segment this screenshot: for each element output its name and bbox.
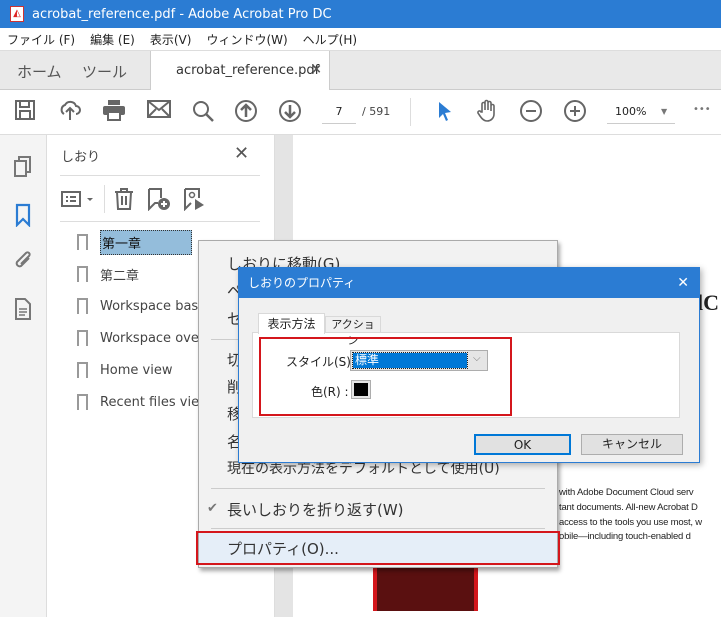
checkmark-icon: ✔	[207, 501, 218, 516]
page-number-input[interactable]: 7	[322, 102, 356, 124]
bookmark-label: Recent files view	[100, 394, 210, 410]
bookmark-label: 第一章	[100, 229, 193, 255]
document-text-line: with Adobe Document Cloud serv	[559, 487, 694, 498]
bookmark-icon	[77, 394, 88, 410]
panel-close-icon[interactable]: ✕	[234, 143, 249, 164]
tab-close-icon[interactable]: ×	[311, 62, 322, 77]
tab-home[interactable]: ホーム	[17, 61, 62, 82]
left-rail	[0, 135, 47, 617]
dialog-title-bar: しおりのプロパティ ✕	[239, 268, 699, 298]
print-icon[interactable]	[101, 99, 127, 125]
document-text-line: obile—including touch-enabled d	[559, 531, 691, 542]
bookmark-icon	[77, 330, 88, 346]
toolbar-divider	[410, 98, 411, 126]
expand-bookmark-icon[interactable]	[182, 187, 208, 214]
menu-separator	[211, 488, 545, 489]
options-menu-button[interactable]	[61, 189, 99, 209]
title-bar: ◭ acrobat_reference.pdf - Adobe Acrobat …	[0, 0, 721, 28]
divider	[60, 175, 260, 176]
cloud-upload-icon[interactable]	[57, 99, 83, 125]
tab-appearance[interactable]: 表示方法	[258, 313, 325, 334]
page-total: / 591	[362, 105, 391, 118]
window-title: acrobat_reference.pdf - Adobe Acrobat Pr…	[32, 6, 332, 22]
toolbar: 7 / 591 100% ▼ •••	[0, 90, 721, 135]
hand-tool-icon[interactable]	[474, 99, 500, 125]
zoom-level-select[interactable]: 100% ▼	[607, 102, 675, 124]
dialog-title: しおりのプロパティ	[248, 276, 356, 290]
zoom-in-icon[interactable]	[562, 99, 588, 125]
divider	[60, 221, 260, 222]
menu-window[interactable]: ウィンドウ(W)	[206, 31, 287, 48]
select-tool-icon[interactable]	[431, 99, 457, 125]
zoom-out-icon[interactable]	[518, 99, 544, 125]
bookmarks-icon[interactable]	[12, 203, 34, 228]
acrobat-logo-icon: ◭	[10, 6, 24, 22]
document-heading: lC	[697, 290, 719, 315]
previous-page-icon[interactable]	[233, 99, 259, 125]
more-options-icon[interactable]: •••	[693, 104, 711, 115]
menu-help[interactable]: ヘルプ(H)	[303, 31, 357, 48]
bookmark-icon	[77, 266, 88, 282]
bookmark-item[interactable]: 第二章	[77, 262, 139, 286]
tab-row: ホーム ツール acrobat_reference.pdf ×	[0, 51, 721, 91]
tab-document-label: acrobat_reference.pdf	[176, 63, 320, 78]
bookmark-item[interactable]: Home view	[77, 358, 172, 382]
delete-bookmark-icon[interactable]	[113, 187, 135, 214]
panel-title: しおり	[61, 150, 101, 165]
page-thumbnails-icon[interactable]	[12, 155, 34, 179]
tab-actions[interactable]: アクション	[325, 316, 381, 347]
bookmark-icon	[77, 362, 88, 378]
menu-separator	[211, 528, 545, 529]
bookmark-label: 第二章	[100, 268, 140, 284]
dialog-close-icon[interactable]: ✕	[677, 268, 689, 298]
attachments-icon[interactable]	[12, 249, 34, 273]
save-icon[interactable]	[12, 99, 38, 125]
menu-bar: ファイル (F) 編集 (E) 表示(V) ウィンドウ(W) ヘルプ(H)	[0, 28, 721, 51]
divider	[104, 185, 105, 213]
bookmark-item[interactable]: Recent files view	[77, 390, 210, 414]
document-text-line: access to the tools you use most, w	[559, 517, 702, 528]
tab-document[interactable]: acrobat_reference.pdf ×	[150, 51, 330, 91]
menu-edit[interactable]: 編集 (E)	[90, 31, 135, 48]
bookmark-item[interactable]: 第一章	[77, 229, 193, 255]
bookmark-item[interactable]: Workspace basics	[77, 294, 216, 318]
new-bookmark-icon[interactable]	[146, 187, 172, 214]
email-icon[interactable]	[146, 99, 172, 125]
menu-file[interactable]: ファイル (F)	[7, 31, 75, 48]
chevron-down-icon: ▼	[661, 107, 668, 116]
menu-view[interactable]: 表示(V)	[150, 31, 192, 48]
cancel-button[interactable]: キャンセル	[581, 434, 683, 455]
document-text-line: tant documents. All-new Acrobat D	[559, 502, 698, 513]
bookmark-icon	[77, 298, 88, 314]
highlight-box	[259, 337, 512, 416]
bookmark-properties-dialog: しおりのプロパティ ✕ 表示方法 アクション スタイル(S) : 標準 ⌵ 色(…	[238, 267, 700, 463]
menu-item-wrap-long-bookmarks[interactable]: 長いしおりを折り返す(W)	[227, 499, 404, 520]
zoom-level-value: 100%	[615, 105, 647, 118]
next-page-icon[interactable]	[277, 99, 303, 125]
bookmark-label: Home view	[100, 362, 173, 378]
ok-button[interactable]: OK	[474, 434, 571, 455]
document-icon[interactable]	[12, 297, 34, 321]
tab-tools[interactable]: ツール	[82, 61, 127, 82]
highlight-box	[196, 531, 560, 565]
search-icon[interactable]	[190, 99, 216, 125]
bookmark-icon	[77, 234, 88, 250]
